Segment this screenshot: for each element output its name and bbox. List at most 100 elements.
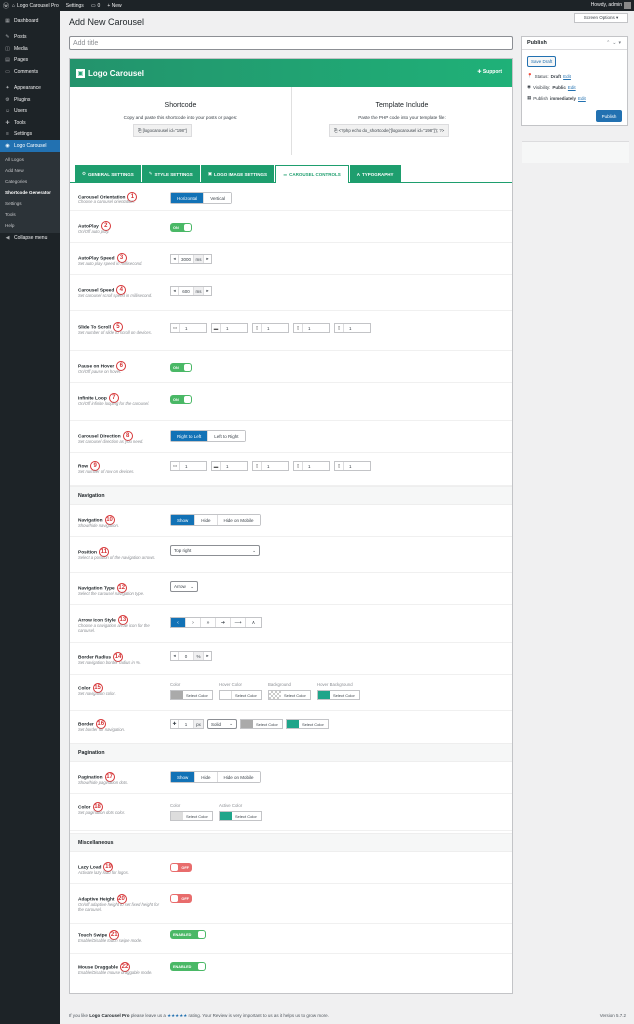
decrement-icon[interactable]: ◂ [171, 287, 179, 295]
sidebar-item-posts[interactable]: ✎ Posts [0, 32, 60, 44]
collapse-menu[interactable]: ◀ Collapse menu [0, 233, 60, 245]
save-draft-button[interactable]: Save Draft [527, 56, 557, 67]
admin-bar-comments[interactable]: ▭ 0 [91, 3, 101, 9]
stepper-value[interactable]: 600 [179, 289, 193, 294]
increment-icon[interactable]: ▸ [203, 652, 211, 660]
submenu-all-logos[interactable]: All Logos [0, 154, 60, 165]
rating-stars-icon[interactable]: ★★★★★ [167, 1013, 187, 1018]
publish-box-controls[interactable]: ⌃⌄▾ [606, 40, 623, 46]
device-input-tablet[interactable]: ▯ 1 [252, 323, 289, 333]
device-value[interactable]: 1 [180, 326, 188, 331]
submenu-shortcode-generator[interactable]: Shortcode Generator [0, 187, 60, 198]
stepper-value[interactable]: 3000 [179, 257, 193, 262]
device-input-desktop[interactable]: ▭ 1 [170, 461, 207, 471]
avatar[interactable] [624, 2, 631, 9]
schedule-edit-link[interactable]: Edit [578, 96, 586, 101]
pagination-show[interactable]: Show [171, 772, 196, 782]
position-select[interactable]: Top right ⌄ [170, 545, 260, 556]
submenu-help[interactable]: Help [0, 220, 60, 231]
device-value[interactable]: 1 [221, 464, 229, 469]
chevron-right-icon[interactable]: › [186, 618, 201, 627]
sidebar-item-tools[interactable]: ✚ Tools [0, 117, 60, 129]
increment-icon[interactable]: ▸ [203, 287, 211, 295]
navigation-hide[interactable]: Hide [195, 515, 218, 525]
wordpress-logo-icon[interactable]: ⓦ [0, 1, 12, 10]
select-color-button[interactable]: Select Color [286, 719, 329, 729]
stepper-value[interactable]: 0 [179, 654, 193, 659]
device-input-tablet[interactable]: ▯ 1 [252, 461, 289, 471]
template-code[interactable]: ⎘ <?php echo do_shortcode('[logocarousel… [329, 124, 450, 137]
device-value[interactable]: 1 [344, 464, 352, 469]
mouse-draggable-toggle[interactable]: ENABLED [170, 962, 206, 971]
device-value[interactable]: 1 [344, 326, 352, 331]
increment-icon[interactable]: ▸ [203, 255, 211, 263]
touch-swipe-toggle[interactable]: ENABLED [170, 930, 206, 939]
pagination-hide[interactable]: Hide [195, 772, 218, 782]
border-width-input[interactable]: ✚ 1 px [170, 719, 204, 729]
sidebar-item-plugins[interactable]: ⚙ Plugins [0, 94, 60, 106]
tab-general-settings[interactable]: ⚙ GENERAL SETTINGS [75, 165, 141, 183]
sidebar-item-appearance[interactable]: ✦ Appearance [0, 83, 60, 95]
sidebar-item-dashboard[interactable]: ▦ Dashboard [0, 15, 60, 27]
sidebar-item-comments[interactable]: ▭ Comments [0, 66, 60, 78]
device-input-laptop[interactable]: ▬ 1 [211, 323, 248, 333]
status-edit-link[interactable]: Edit [563, 74, 571, 79]
submenu-settings[interactable]: Settings [0, 198, 60, 209]
device-input-mobile-landscape[interactable]: ▯ 1 [293, 323, 330, 333]
select-color-button[interactable]: Select Color [317, 690, 360, 700]
device-input-desktop[interactable]: ▭ 1 [170, 323, 207, 333]
double-angle-icon[interactable]: » [201, 618, 216, 627]
pagination-hide-mobile[interactable]: Hide on Mobile [217, 772, 260, 782]
admin-bar-settings[interactable]: Settings [66, 3, 84, 9]
device-input-mobile-landscape[interactable]: ▯ 1 [293, 461, 330, 471]
device-value[interactable]: 1 [221, 326, 229, 331]
caret-icon[interactable]: ∧ [246, 618, 261, 627]
device-value[interactable]: 1 [180, 464, 188, 469]
carousel-speed-stepper[interactable]: ◂ 600 ms ▸ [170, 286, 212, 296]
decrement-icon[interactable]: ◂ [171, 255, 179, 263]
select-color-button[interactable]: Select Color [240, 719, 283, 729]
tab-style-settings[interactable]: ✎ STYLE SETTINGS [141, 165, 200, 183]
autoplay-speed-stepper[interactable]: ◂ 3000 ms ▸ [170, 254, 212, 264]
sidebar-item-media[interactable]: ◫ Media [0, 43, 60, 55]
border-radius-stepper[interactable]: ◂ 0% ▸ [170, 651, 212, 661]
submenu-tools[interactable]: Tools [0, 209, 60, 220]
publish-button[interactable]: Publish [596, 110, 622, 122]
tab-logo-image-settings[interactable]: ▣ LOGO IMAGE SETTINGS [200, 165, 275, 183]
visibility-edit-link[interactable]: Edit [568, 85, 576, 90]
direction-rtl[interactable]: Right to Left [171, 431, 209, 441]
angle-left-icon[interactable]: ‹ [171, 618, 186, 627]
support-link[interactable]: ✚ Support [477, 69, 502, 75]
device-input-mobile[interactable]: ▯ 1 [334, 461, 371, 471]
long-arrow-icon[interactable]: ⟶ [231, 618, 246, 627]
admin-bar-home-icon[interactable]: ⌂ Logo Carousel Pro [12, 3, 59, 9]
orientation-horizontal[interactable]: Horizontal [171, 193, 205, 203]
direction-ltr[interactable]: Left to Right [208, 431, 245, 441]
device-input-laptop[interactable]: ▬ 1 [211, 461, 248, 471]
device-value[interactable]: 1 [303, 326, 311, 331]
pause-hover-toggle[interactable]: ON [170, 363, 192, 372]
submenu-add-new[interactable]: Add New [0, 165, 60, 176]
select-color-button[interactable]: Select Color [219, 811, 262, 821]
tab-carousel-controls[interactable]: ⚌ CAROUSEL CONTROLS [275, 165, 349, 183]
select-color-button[interactable]: Select Color [170, 690, 213, 700]
sidebar-item-settings[interactable]: ≡ Settings [0, 129, 60, 141]
sidebar-item-pages[interactable]: ▤ Pages [0, 55, 60, 67]
navigation-hide-mobile[interactable]: Hide on Mobile [217, 515, 260, 525]
navigation-show[interactable]: Show [171, 515, 196, 525]
shortcode-code[interactable]: ⎘ [logocarousel id="198"] [133, 124, 192, 137]
border-width-value[interactable]: 1 [179, 722, 193, 727]
select-color-button[interactable]: Select Color [268, 690, 311, 700]
adaptive-height-toggle[interactable]: OFF [170, 894, 192, 903]
tab-typography[interactable]: A TYPOGRAPHY [349, 165, 401, 183]
device-value[interactable]: 1 [262, 326, 270, 331]
device-input-mobile[interactable]: ▯ 1 [334, 323, 371, 333]
arrow-right-icon[interactable]: ➔ [216, 618, 231, 627]
title-input[interactable]: Add title [69, 36, 513, 50]
admin-bar-new[interactable]: + New [107, 3, 121, 9]
decrement-icon[interactable]: ◂ [171, 652, 179, 660]
submenu-categories[interactable]: Categories [0, 176, 60, 187]
sidebar-item-users[interactable]: ☺ Users [0, 106, 60, 118]
lazy-load-toggle[interactable]: OFF [170, 863, 192, 872]
device-value[interactable]: 1 [262, 464, 270, 469]
